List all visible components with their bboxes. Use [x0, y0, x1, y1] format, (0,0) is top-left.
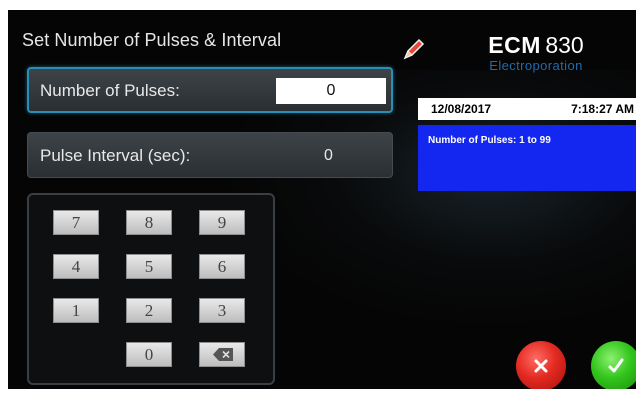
brand-subtitle: Electroporation [489, 58, 583, 73]
pencil-icon[interactable] [401, 36, 427, 62]
pulses-field[interactable]: Number of Pulses: 0 [27, 67, 393, 113]
interval-field[interactable]: Pulse Interval (sec): 0 [27, 132, 393, 178]
check-icon [608, 358, 624, 373]
key-4[interactable]: 4 [53, 254, 99, 279]
key-7[interactable]: 7 [53, 210, 99, 235]
pulses-input[interactable]: 0 [276, 78, 386, 104]
confirm-button[interactable] [591, 341, 636, 389]
brand-name: ECM [488, 32, 541, 58]
numeric-keypad: 7 8 9 4 5 6 1 2 3 0 [27, 193, 275, 385]
key-6[interactable]: 6 [199, 254, 245, 279]
touchscreen: Set Number of Pulses & Interval Number o… [8, 10, 636, 389]
brand-model: 830 [545, 32, 584, 58]
key-2[interactable]: 2 [126, 298, 172, 323]
close-icon [534, 359, 548, 373]
brand-logo: ECM 830 Electroporation [466, 32, 606, 73]
backspace-button[interactable] [199, 342, 245, 367]
help-message: Number of Pulses: 1 to 99 [428, 135, 551, 146]
key-8[interactable]: 8 [126, 210, 172, 235]
key-3[interactable]: 3 [199, 298, 245, 323]
interval-value[interactable]: 0 [324, 147, 333, 165]
datetime-bar: 12/08/2017 7:18:27 AM [418, 98, 636, 120]
interval-label: Pulse Interval (sec): [40, 146, 191, 165]
message-box: Number of Pulses: 1 to 99 [418, 125, 636, 191]
page-title: Set Number of Pulses & Interval [22, 30, 282, 50]
key-5[interactable]: 5 [126, 254, 172, 279]
key-9[interactable]: 9 [199, 210, 245, 235]
backspace-icon [213, 348, 233, 361]
time-display: 7:18:27 AM [571, 102, 634, 116]
cancel-button[interactable] [516, 341, 566, 389]
date-display: 12/08/2017 [431, 102, 492, 116]
key-0[interactable]: 0 [126, 342, 172, 367]
key-1[interactable]: 1 [53, 298, 99, 323]
pulses-label: Number of Pulses: [40, 81, 180, 100]
